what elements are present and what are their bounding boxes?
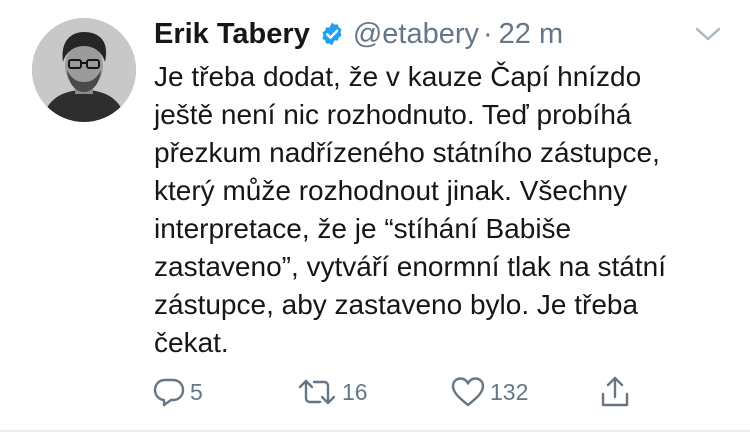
tweet-text-line: čekat. <box>154 327 229 358</box>
author-handle[interactable]: @etabery <box>353 18 479 51</box>
tweet-card[interactable]: Erik Tabery @etabery · 22 m Je třeba dod… <box>0 0 750 444</box>
tweet-text-line: ještě není nic rozhodnuto. Teď probíhá <box>154 99 632 130</box>
chevron-down-icon[interactable] <box>694 24 722 44</box>
separator-dot: · <box>483 17 493 50</box>
tweet-actions: 5 16 132 <box>0 370 750 416</box>
tweet-text-line: Je třeba dodat, že v kauze Čapí hnízdo <box>154 61 642 92</box>
timestamp[interactable]: 22 m <box>499 18 563 51</box>
tweet-text-line: zastaveno”, vytváří enormní tlak na stát… <box>154 251 667 282</box>
like-count: 132 <box>490 378 529 405</box>
avatar-image <box>32 18 136 122</box>
tweet-text-line: zástupce, aby zastaveno bylo. Je třeba <box>154 289 639 320</box>
tweet-text: Je třeba dodat, že v kauze Čapí hnízdo j… <box>154 58 744 362</box>
divider <box>0 430 750 432</box>
reply-icon <box>152 375 186 409</box>
tweet-text-line: interpretace, že je “stíhání Babiše <box>154 213 572 244</box>
retweet-count: 16 <box>342 378 368 405</box>
verified-badge-icon <box>319 21 345 47</box>
avatar[interactable] <box>32 18 136 122</box>
share-icon <box>598 374 632 410</box>
tweet-text-line: který může rozhodnout jinak. Všechny <box>154 175 628 206</box>
reply-button[interactable]: 5 <box>152 374 203 410</box>
like-button[interactable]: 132 <box>450 374 528 410</box>
retweet-button[interactable]: 16 <box>296 374 368 410</box>
tweet-text-line: přezkum nadřízeného státního zástupce, <box>154 137 660 168</box>
share-button[interactable] <box>598 374 632 410</box>
heart-icon <box>450 375 486 409</box>
author-name[interactable]: Erik Tabery <box>154 18 310 51</box>
reply-count: 5 <box>190 378 203 405</box>
tweet-header: Erik Tabery @etabery · 22 m <box>154 14 563 54</box>
retweet-icon <box>296 375 338 409</box>
